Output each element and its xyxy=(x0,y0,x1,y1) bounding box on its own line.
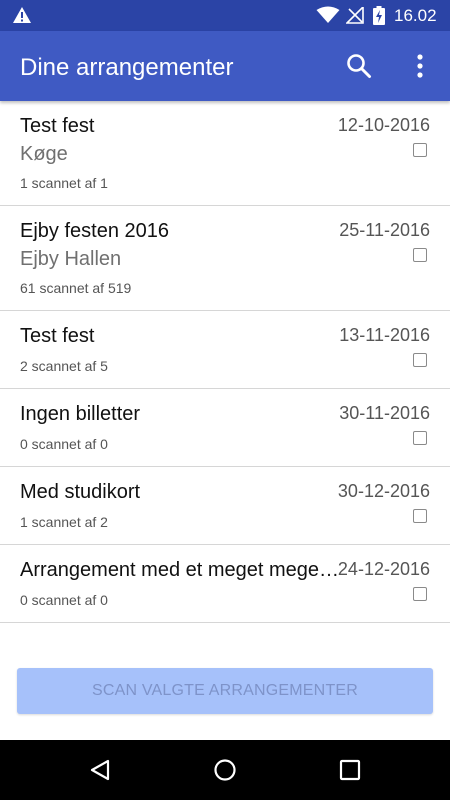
event-item[interactable]: Test fest 12-10-2016 Køge 1 scannet af 1 xyxy=(0,101,450,206)
status-time: 16.02 xyxy=(394,6,437,25)
status-bar: 16.02 xyxy=(0,0,450,31)
back-icon[interactable] xyxy=(88,758,112,782)
app-bar: Dine arrangementer xyxy=(0,31,450,101)
event-name: Ingen billetter xyxy=(20,403,141,425)
wifi-icon xyxy=(316,6,340,23)
event-location: Ejby Hallen xyxy=(20,248,122,270)
event-date: 30-12-2016 xyxy=(337,481,430,501)
event-checkbox[interactable] xyxy=(413,587,427,601)
event-scan-count: 0 scannet af 0 xyxy=(20,436,108,452)
page-title: Dine arrangementer xyxy=(20,54,234,81)
event-date: 30-11-2016 xyxy=(339,403,430,423)
event-date: 25-11-2016 xyxy=(339,220,430,240)
event-name: Arrangement med et meget meget… xyxy=(20,559,342,581)
event-list: Test fest 12-10-2016 Køge 1 scannet af 1… xyxy=(0,101,450,623)
navigation-bar xyxy=(0,740,450,800)
event-item[interactable]: Test fest 13-11-2016 2 scannet af 5 xyxy=(0,311,450,389)
event-date: 24-12-2016 xyxy=(337,559,430,579)
event-item[interactable]: Med studikort 30-12-2016 1 scannet af 2 xyxy=(0,467,450,545)
event-name: Test fest xyxy=(20,115,95,137)
event-scan-count: 1 scannet af 2 xyxy=(20,514,108,530)
event-location: Køge xyxy=(20,143,68,165)
event-date: 12-10-2016 xyxy=(337,115,430,135)
event-name: Med studikort xyxy=(20,481,141,503)
event-checkbox[interactable] xyxy=(413,143,427,157)
home-icon[interactable] xyxy=(213,758,237,782)
event-scan-count: 0 scannet af 0 xyxy=(20,592,108,608)
event-date: 13-11-2016 xyxy=(339,325,430,345)
recents-icon[interactable] xyxy=(339,759,361,781)
more-vert-icon[interactable] xyxy=(410,52,430,80)
battery-charging-icon xyxy=(373,6,385,25)
event-scan-count: 61 scannet af 519 xyxy=(20,280,132,296)
no-signal-icon xyxy=(346,7,364,24)
event-item[interactable]: Ejby festen 2016 25-11-2016 Ejby Hallen … xyxy=(0,206,450,311)
event-checkbox[interactable] xyxy=(413,248,427,262)
warning-icon xyxy=(13,7,31,23)
event-name: Ejby festen 2016 xyxy=(20,220,169,242)
search-icon[interactable] xyxy=(346,53,372,79)
scan-selected-button[interactable]: SCAN VALGTE ARRANGEMENTER xyxy=(17,668,433,714)
event-scan-count: 1 scannet af 1 xyxy=(20,175,108,191)
event-item[interactable]: Ingen billetter 30-11-2016 0 scannet af … xyxy=(0,389,450,467)
event-checkbox[interactable] xyxy=(413,509,427,523)
event-item[interactable]: Arrangement med et meget meget… 24-12-20… xyxy=(0,545,450,623)
event-checkbox[interactable] xyxy=(413,353,427,367)
event-checkbox[interactable] xyxy=(413,431,427,445)
event-name: Test fest xyxy=(20,325,95,347)
event-scan-count: 2 scannet af 5 xyxy=(20,358,108,374)
